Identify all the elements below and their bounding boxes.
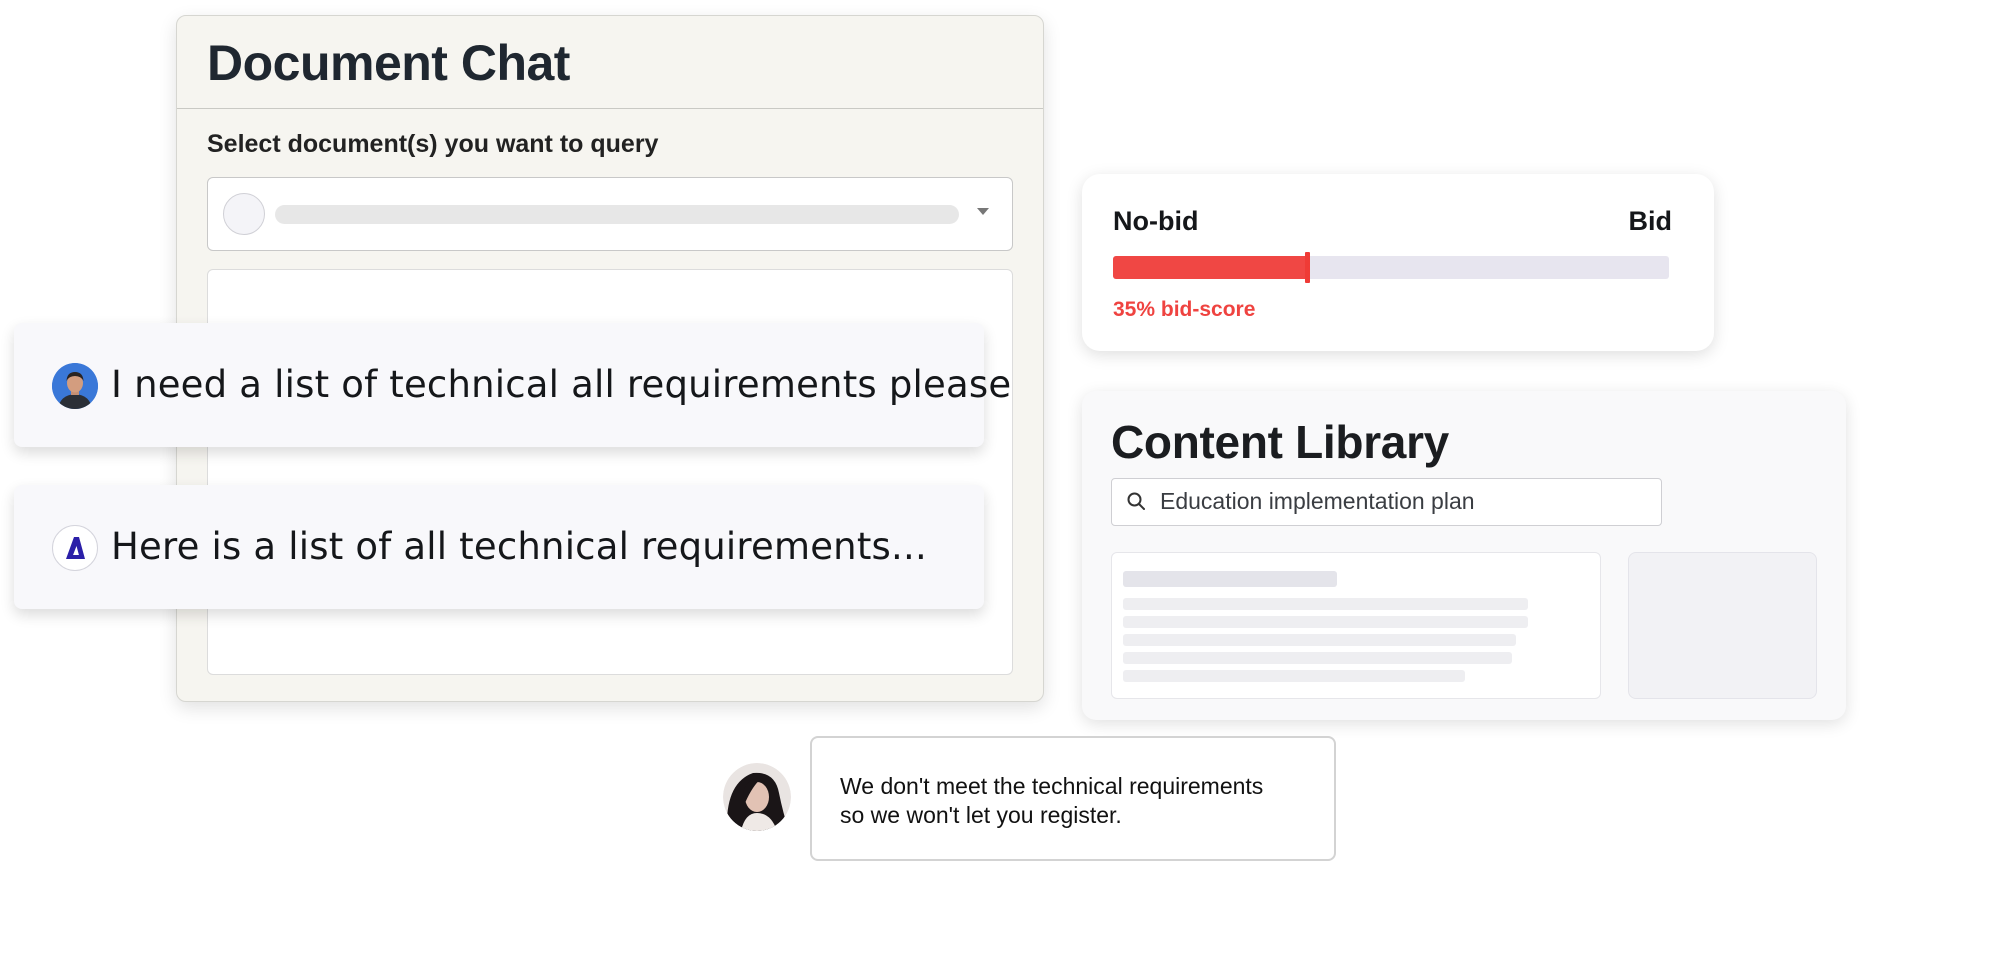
bid-label: Bid [1628,206,1673,236]
user-message-text: I need a list of technical all requireme… [111,363,1012,406]
content-library-card: Content Library Education implementation… [1082,391,1846,720]
library-result-thumbnail[interactable] [1628,552,1817,699]
content-library-search-input[interactable]: Education implementation plan [1111,478,1662,526]
comment-text-line-1: We don't meet the technical requirements [840,773,1264,799]
page-title: Document Chat [207,35,570,91]
content-library-title: Content Library [1111,416,1449,468]
bid-score-fill [1113,256,1308,279]
comment-bubble: We don't meet the technical requirements… [810,736,1336,861]
result-title-placeholder [1123,571,1337,587]
user-message-bubble: I need a list of technical all requireme… [14,323,1011,447]
library-result-item[interactable] [1111,552,1601,699]
no-bid-label: No-bid [1113,206,1199,236]
bot-message-bubble: Here is a list of all technical requirem… [14,485,984,609]
result-text-placeholder [1123,670,1465,682]
bot-message-text: Here is a list of all technical requirem… [111,525,927,568]
document-select-label: Select document(s) you want to query [207,130,659,158]
result-text-placeholder [1123,616,1528,628]
document-select-dropdown[interactable] [207,177,1013,251]
document-avatar-placeholder [223,193,265,235]
result-text-placeholder [1123,634,1516,646]
bid-score-card: No-bid Bid 35% bid-score [1082,174,1714,351]
document-name-placeholder [275,205,959,224]
comment-text-line-2: so we won't let you register. [840,802,1122,828]
bid-score-value: 35% bid-score [1113,298,1256,321]
document-chat-header: Document Chat [177,16,1043,109]
result-text-placeholder [1123,652,1512,664]
user-avatar [52,363,98,409]
assistant-logo-icon [52,525,98,571]
search-input-value: Education implementation plan [1160,488,1475,514]
commenter-avatar [723,763,791,831]
bid-score-track [1113,252,1669,283]
bid-score-handle[interactable] [1305,252,1310,283]
search-icon [1127,492,1145,510]
result-text-placeholder [1123,598,1528,610]
chevron-down-icon[interactable] [977,208,989,215]
